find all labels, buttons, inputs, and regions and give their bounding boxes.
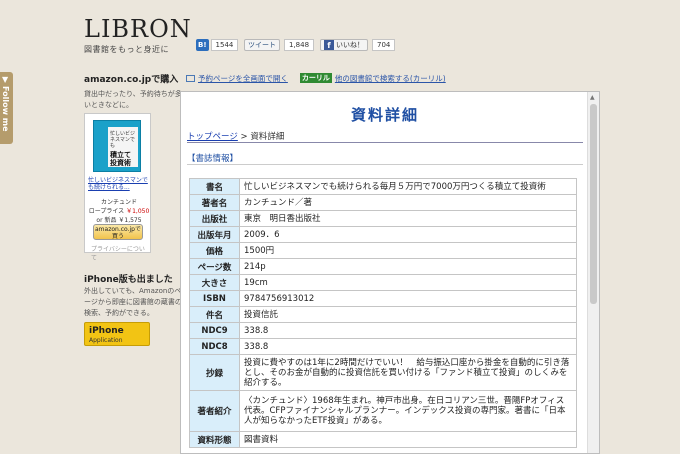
hatena-count: 1544 <box>210 39 239 51</box>
field-value: 338.8 <box>239 338 577 355</box>
table-row: NDC8 338.8 <box>189 338 577 355</box>
field-key: NDC8 <box>189 338 240 355</box>
field-key: ISBN <box>189 290 240 307</box>
site-logo[interactable]: LIBRON 図書館をもっと身近に <box>84 16 194 55</box>
ad-new-label: or 新品 <box>96 217 117 224</box>
field-key: 著者紹介 <box>189 390 240 432</box>
logo-tagline: 図書館をもっと身近に <box>84 45 169 54</box>
page-title: 資料詳細 <box>350 106 419 124</box>
table-row: 著者名 カンチュンド／著 <box>189 194 577 211</box>
calil-search-link[interactable]: 他の図書館で検索する(カーリル) <box>335 73 446 84</box>
follow-me-tab[interactable]: ▼ Follow me <box>0 72 13 144</box>
cover-title: 積立て投資術 <box>110 151 131 167</box>
ad-author: カンチュンド <box>100 199 137 206</box>
app-badge-line1: iPhone <box>89 326 124 336</box>
breadcrumb-current: 資料詳細 <box>250 132 285 142</box>
app-badge-line2: Application <box>89 337 123 344</box>
table-row: 著者紹介 〈カンチュンド〉1968年生まれ。神戸市出身。在日コリアン三世。晋陽FP… <box>189 390 577 432</box>
table-row: 抄録 投資に費やすのは1年に2時間だけでいい！ 給与振込口座から掛金を自動的に引き… <box>189 354 577 391</box>
iphone-app-badge[interactable]: iPhone Application <box>84 322 150 346</box>
ad-price: ロープライス ￥1,050 <box>88 206 150 215</box>
follow-arrow-icon: ▼ <box>2 75 9 84</box>
field-key: 出版社 <box>189 210 240 227</box>
breadcrumb-separator: > <box>240 132 248 142</box>
like-label: いいね！ <box>336 41 364 49</box>
table-row: 出版社 東京 明日香出版社 <box>189 210 577 227</box>
field-key: ページ数 <box>189 258 240 275</box>
content-frame: 資料詳細 トップページ > 資料詳細 【書誌情報】 書名 忙しいビジネスマンでも続… <box>180 91 600 454</box>
field-value: 2009．6 <box>239 226 577 243</box>
facebook-like-widget[interactable]: f いいね！ 704 <box>320 38 396 52</box>
amazon-ad[interactable]: 忙しいビジネスマンでも 積立て投資術 忙しいビジネスマンでも続けられる... カ… <box>84 113 151 262</box>
open-fullscreen-link[interactable]: 予約ページを全画面で開く <box>198 73 288 84</box>
table-row: 書名 忙しいビジネスマンでも続けられる毎月５万円で7000万円つくる積立て投資術 <box>189 178 577 195</box>
ad-book-title-link[interactable]: 忙しいビジネスマンでも続けられる... <box>88 177 150 191</box>
iphone-heading: iPhone版も出ました <box>84 275 173 285</box>
field-key: NDC9 <box>189 322 240 339</box>
field-value: 214p <box>239 258 577 275</box>
iphone-description: 外出していても、Amazonのページから即座に図書館の蔵書の検索、予約ができる。 <box>84 287 182 317</box>
amazon-heading: amazon.co.jpで購入 <box>84 75 179 85</box>
field-value: カンチュンド／著 <box>239 194 577 211</box>
amazon-section: amazon.co.jpで購入 貸出中だったり、予約待ちが多いときなどに。 <box>84 72 182 111</box>
table-row: 価格 1500円 <box>189 242 577 259</box>
field-value: 忙しいビジネスマンでも続けられる毎月５万円で7000万円つくる積立て投資術 <box>239 178 577 195</box>
field-value: 投資に費やすのは1年に2時間だけでいい！ 給与振込口座から掛金を自動的に引き落と… <box>239 354 577 391</box>
ad-new-price-value: ￥1,575 <box>118 217 142 224</box>
hatena-bookmark-widget[interactable]: B! 1544 <box>196 38 239 52</box>
section-heading: 【書誌情報】 <box>187 154 239 164</box>
field-key: 著者名 <box>189 194 240 211</box>
field-value: 東京 明日香出版社 <box>239 210 577 227</box>
field-key: 価格 <box>189 242 240 259</box>
tweet-widget[interactable]: ツイート 1,848 <box>244 38 315 52</box>
book-cover-image[interactable]: 忙しいビジネスマンでも 積立て投資術 <box>93 120 141 172</box>
field-value: 1500円 <box>239 242 577 259</box>
table-row: 大きさ 19cm <box>189 274 577 291</box>
scrollbar[interactable]: ▲ <box>587 92 599 453</box>
follow-me-label: Follow me <box>1 86 10 132</box>
ad-price-label: ロープライス <box>88 208 125 215</box>
calil-logo: カーリル <box>299 73 332 83</box>
facebook-icon: f <box>324 40 334 50</box>
tweet-count: 1,848 <box>284 39 315 51</box>
like-count: 704 <box>372 39 396 51</box>
scrollbar-thumb[interactable] <box>590 104 597 304</box>
hatena-bookmark-icon: B! <box>196 39 209 51</box>
field-key: 抄録 <box>189 354 240 391</box>
field-value: 投資信託 <box>239 306 577 323</box>
ad-new-price: or 新品 ￥1,575 <box>88 215 150 224</box>
scroll-up-icon[interactable]: ▲ <box>590 94 595 101</box>
field-value: 図書資料 <box>239 431 577 448</box>
table-row: 件名 投資信託 <box>189 306 577 323</box>
table-row: ISBN 9784756913012 <box>189 290 577 307</box>
field-value: 9784756913012 <box>239 290 577 307</box>
like-button[interactable]: f いいね！ <box>320 39 368 51</box>
breadcrumb: トップページ > 資料詳細 <box>187 130 284 142</box>
bibliographic-table: 書名 忙しいビジネスマンでも続けられる毎月５万円で7000万円つくる積立て投資術 … <box>189 178 577 448</box>
cover-subtitle: 忙しいビジネスマンでも <box>110 131 136 149</box>
amazon-description: 貸出中だったり、予約待ちが多いときなどに。 <box>84 90 182 109</box>
field-key: 書名 <box>189 178 240 195</box>
table-row: 出版年月 2009．6 <box>189 226 577 243</box>
buy-on-amazon-button[interactable]: amazon.co.jpで買う <box>93 224 143 240</box>
table-row: ページ数 214p <box>189 258 577 275</box>
table-row: 資料形態 図書資料 <box>189 431 577 448</box>
ad-privacy-link[interactable]: プライバシーについて <box>91 244 150 262</box>
window-icon <box>186 74 195 82</box>
field-key: 件名 <box>189 306 240 323</box>
field-value: 338.8 <box>239 322 577 339</box>
divider <box>187 164 583 165</box>
divider <box>187 142 583 143</box>
field-key: 大きさ <box>189 274 240 291</box>
ad-price-value: ￥1,050 <box>126 208 150 215</box>
tweet-button[interactable]: ツイート <box>244 39 280 51</box>
breadcrumb-top-link[interactable]: トップページ <box>187 132 238 142</box>
field-key: 出版年月 <box>189 226 240 243</box>
field-key: 資料形態 <box>189 431 240 448</box>
table-row: NDC9 338.8 <box>189 322 577 339</box>
top-links: 予約ページを全画面で開く カーリル 他の図書館で検索する(カーリル) <box>186 72 446 84</box>
field-value: 〈カンチュンド〉1968年生まれ。神戸市出身。在日コリアン三世。晋陽FPオフィス… <box>239 390 577 432</box>
logo-name: LIBRON <box>84 15 192 43</box>
field-value: 19cm <box>239 274 577 291</box>
